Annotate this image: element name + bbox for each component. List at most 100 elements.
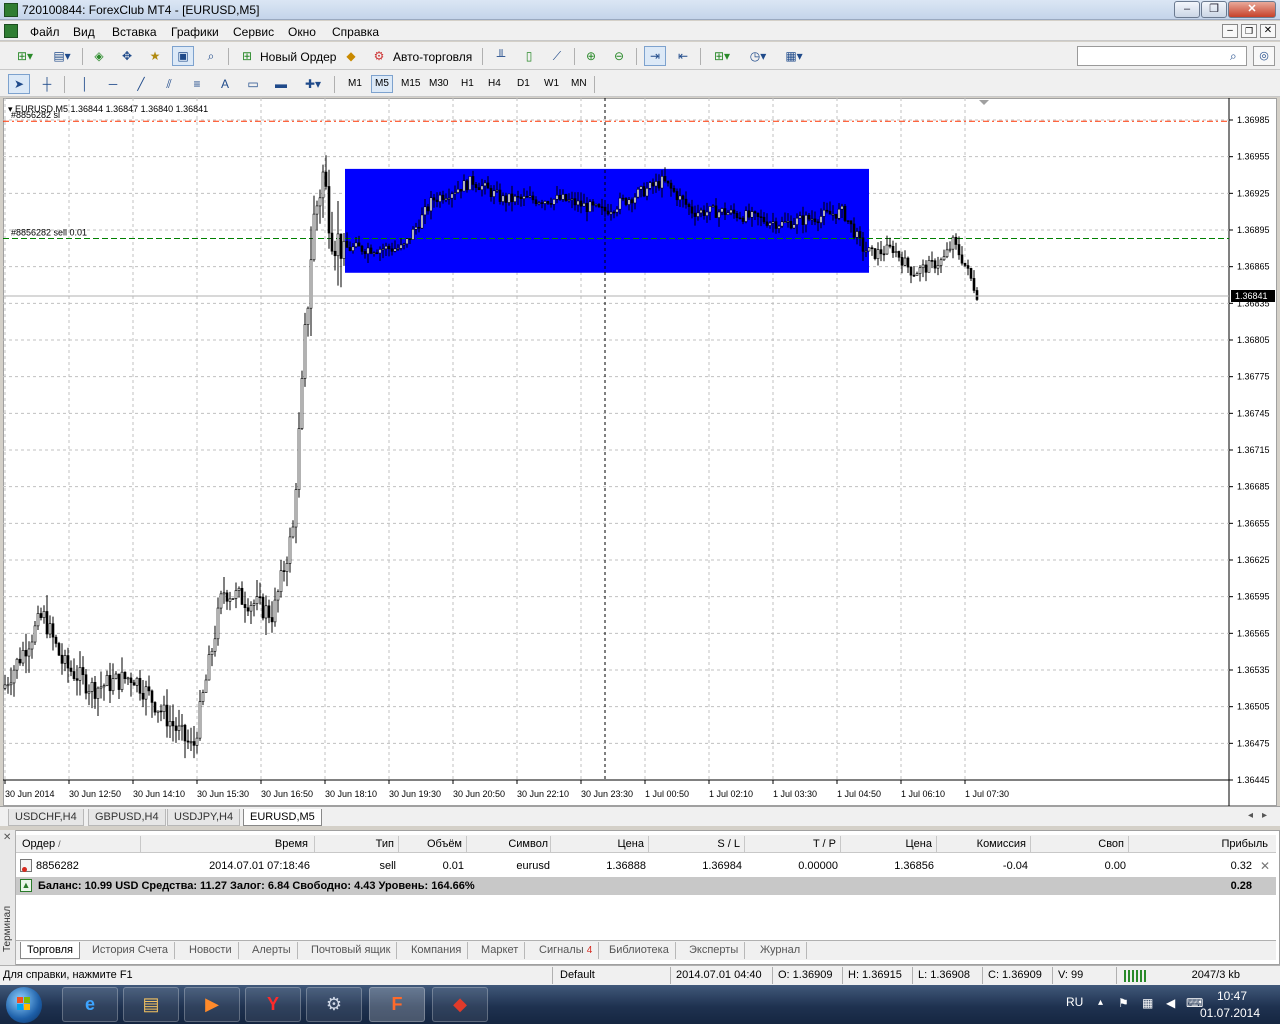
text-icon[interactable]: A bbox=[214, 74, 236, 94]
forexclub-mt4-icon[interactable]: F bbox=[369, 987, 425, 1022]
col-sl[interactable]: S / L bbox=[650, 838, 740, 850]
menu-insert[interactable]: Вставка bbox=[112, 25, 157, 39]
col-tp[interactable]: T / P bbox=[746, 838, 836, 850]
dota2-icon[interactable]: ◆ bbox=[432, 987, 488, 1022]
tab-journal[interactable]: Журнал bbox=[754, 942, 808, 959]
close-order-icon[interactable]: ✕ bbox=[1260, 859, 1270, 873]
col-time[interactable]: Время bbox=[144, 838, 308, 850]
col-type[interactable]: Тип bbox=[316, 838, 394, 850]
close-button[interactable]: ✕ bbox=[1228, 1, 1276, 18]
mdi-close-button[interactable]: ✕ bbox=[1260, 24, 1276, 38]
col-volume[interactable]: Объём bbox=[400, 838, 462, 850]
flag-icon[interactable]: ⚑ bbox=[1118, 996, 1129, 1010]
menu-charts[interactable]: Графики bbox=[171, 25, 219, 39]
tab-account-history[interactable]: История Счета bbox=[86, 942, 176, 959]
fibonacci-icon[interactable]: ≡ bbox=[186, 74, 208, 94]
zoom-in-icon[interactable]: ⊕ bbox=[580, 46, 602, 66]
periods-icon[interactable]: ◷▾ bbox=[742, 46, 774, 66]
col-commission[interactable]: Комиссия bbox=[938, 838, 1026, 850]
timeframe-mn[interactable]: MN bbox=[567, 75, 591, 93]
terminal-side-tab[interactable]: Терминал bbox=[0, 830, 16, 965]
metaeditor-icon[interactable]: ◆ bbox=[340, 46, 362, 66]
clock-date[interactable]: 01.07.2014 bbox=[1198, 1006, 1262, 1020]
tab-mailbox[interactable]: Почтовый ящик bbox=[305, 942, 398, 959]
timeframe-h4[interactable]: H4 bbox=[484, 75, 505, 93]
media-player-icon[interactable]: ▶ bbox=[184, 987, 240, 1022]
chart-tab-usdjpy[interactable]: USDJPY,H4 bbox=[167, 809, 241, 826]
channel-icon[interactable]: ⫽ bbox=[158, 74, 180, 94]
mdi-minimize-button[interactable]: – bbox=[1222, 24, 1238, 38]
order-row[interactable]: 8856282 2014.07.01 07:18:46 sell 0.01 eu… bbox=[16, 856, 1276, 876]
timeframe-m30[interactable]: M30 bbox=[425, 75, 452, 93]
col-swap[interactable]: Своп bbox=[1032, 838, 1124, 850]
timeframe-d1[interactable]: D1 bbox=[513, 75, 534, 93]
tab-library[interactable]: Библиотека bbox=[603, 942, 676, 959]
maximize-button[interactable]: ❐ bbox=[1201, 1, 1227, 18]
tab-trade[interactable]: Торговля bbox=[20, 942, 80, 959]
tab-signals[interactable]: Сигналы 4 bbox=[533, 942, 600, 959]
search-icon[interactable]: ⌕ bbox=[1230, 49, 1237, 64]
candlestick-chart-icon[interactable]: ▯ bbox=[518, 46, 540, 66]
new-order-icon[interactable]: ⊞ bbox=[236, 46, 258, 66]
chart-tab-usdchf[interactable]: USDCHF,H4 bbox=[8, 809, 84, 826]
horizontal-line-icon[interactable]: ─ bbox=[102, 74, 124, 94]
status-profile[interactable]: Default bbox=[560, 969, 595, 981]
tab-company[interactable]: Компания bbox=[405, 942, 469, 959]
timeframe-m5[interactable]: M5 bbox=[371, 75, 393, 93]
market-watch-icon[interactable]: ◈ bbox=[88, 46, 110, 66]
tray-expand-icon[interactable]: ▴ bbox=[1098, 997, 1103, 1008]
tab-market[interactable]: Маркет bbox=[475, 942, 526, 959]
auto-scroll-icon[interactable]: ⇥ bbox=[644, 46, 666, 66]
network-icon[interactable]: ▦ bbox=[1142, 996, 1153, 1010]
line-chart-icon[interactable]: ⟋ bbox=[546, 46, 568, 66]
start-button[interactable] bbox=[6, 987, 42, 1023]
steam-icon[interactable]: ⚙ bbox=[306, 987, 362, 1022]
menu-view[interactable]: Вид bbox=[73, 25, 95, 39]
navigator-icon[interactable]: ★ bbox=[144, 46, 166, 66]
strategy-tester-icon[interactable]: ⌕ bbox=[200, 46, 222, 66]
tab-alerts[interactable]: Алерты bbox=[246, 942, 298, 959]
cursor-icon[interactable]: ➤ bbox=[8, 74, 30, 94]
auto-trading-button[interactable]: Авто-торговля bbox=[393, 50, 472, 64]
clock-time[interactable]: 10:47 bbox=[1212, 989, 1252, 1003]
volume-icon[interactable]: ◀ bbox=[1166, 996, 1175, 1010]
indicators-icon[interactable]: ⊞▾ bbox=[706, 46, 738, 66]
terminal-icon[interactable]: ▣ bbox=[172, 46, 194, 66]
tab-news[interactable]: Новости bbox=[183, 942, 239, 959]
new-order-button[interactable]: Новый Ордер bbox=[260, 50, 336, 64]
new-chart-icon[interactable]: ⊞▾ bbox=[8, 46, 42, 66]
vertical-line-icon[interactable]: │ bbox=[74, 74, 96, 94]
col-profit[interactable]: Прибыль bbox=[1130, 838, 1268, 850]
menu-window[interactable]: Окно bbox=[288, 25, 316, 39]
scroll-right-icon[interactable]: ▸ bbox=[1262, 810, 1267, 821]
timeframe-w1[interactable]: W1 bbox=[540, 75, 563, 93]
bar-chart-icon[interactable]: ╨ bbox=[490, 46, 512, 66]
menu-file[interactable]: Файл bbox=[30, 25, 60, 39]
chart-shift-icon[interactable]: ⇤ bbox=[672, 46, 694, 66]
trendline-icon[interactable]: ╱ bbox=[130, 74, 152, 94]
internet-explorer-icon[interactable]: e bbox=[62, 987, 118, 1022]
explorer-icon[interactable]: ▤ bbox=[123, 987, 179, 1022]
price-chart[interactable]: 1.36985 1.36955 1.36925 1.36895 1.36865 1.368… bbox=[3, 98, 1277, 806]
language-indicator[interactable]: RU bbox=[1066, 995, 1083, 1009]
col-open-price[interactable]: Цена bbox=[552, 838, 644, 850]
auto-trading-icon[interactable]: ⚙ bbox=[368, 46, 390, 66]
text-label-icon[interactable]: ▭ bbox=[242, 74, 264, 94]
shapes-icon[interactable]: ✚▾ bbox=[298, 74, 328, 94]
chart-tab-gbpusd[interactable]: GBPUSD,H4 bbox=[88, 809, 166, 826]
timeframe-h1[interactable]: H1 bbox=[457, 75, 478, 93]
minimize-button[interactable]: – bbox=[1174, 1, 1200, 18]
col-order[interactable]: Ордер / bbox=[22, 838, 61, 850]
arrows-icon[interactable]: ▬ bbox=[270, 74, 292, 94]
yandex-browser-icon[interactable]: Y bbox=[245, 987, 301, 1022]
chart-tab-eurusd[interactable]: EURUSD,M5 bbox=[243, 809, 322, 826]
terminal-close-icon[interactable]: ✕ bbox=[3, 832, 11, 843]
crosshair-icon[interactable]: ┼ bbox=[36, 74, 58, 94]
zoom-out-icon[interactable]: ⊖ bbox=[608, 46, 630, 66]
tab-experts[interactable]: Эксперты bbox=[683, 942, 746, 959]
data-window-icon[interactable]: ✥ bbox=[116, 46, 138, 66]
community-icon[interactable]: ◎ bbox=[1253, 46, 1275, 66]
profiles-icon[interactable]: ▤▾ bbox=[46, 46, 78, 66]
mdi-restore-button[interactable]: ❐ bbox=[1241, 24, 1257, 38]
col-symbol[interactable]: Символ bbox=[468, 838, 548, 850]
